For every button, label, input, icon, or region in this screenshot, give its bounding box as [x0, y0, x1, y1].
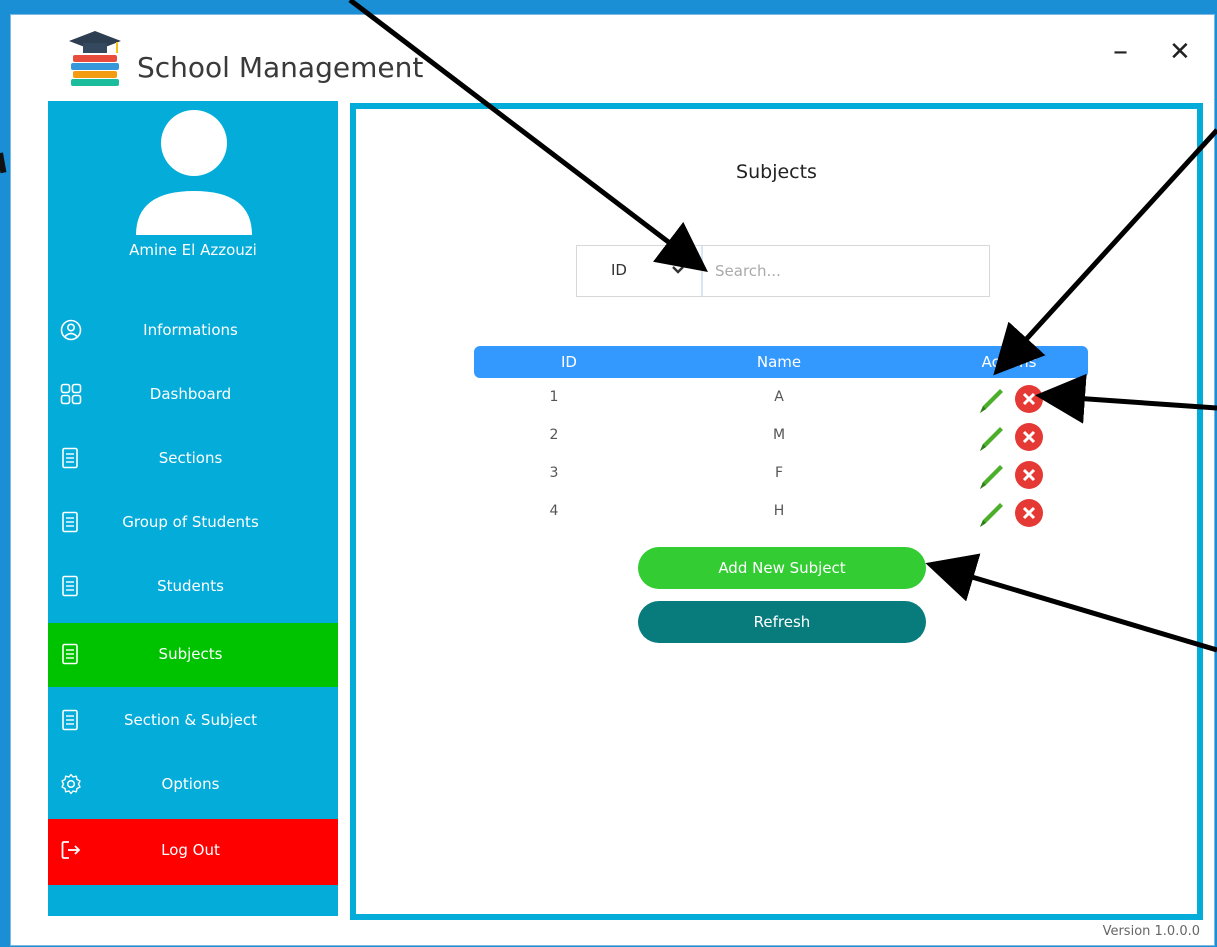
page-title: Subjects: [736, 161, 817, 183]
cell-name: H: [773, 503, 785, 519]
main-panel: Subjects ID ID Name Actions 1 A: [350, 103, 1203, 920]
pencil-icon[interactable]: [976, 460, 1008, 492]
table-row[interactable]: 2 M: [474, 417, 1088, 455]
sidebar-item-dashboard[interactable]: Dashboard: [48, 363, 338, 427]
document-icon: [62, 575, 78, 597]
sidebar-item-students[interactable]: Students: [48, 555, 338, 619]
app-logo-icon: [69, 31, 121, 86]
search-bar: ID: [576, 245, 990, 297]
document-icon: [62, 643, 78, 665]
cell-id: 1: [549, 389, 559, 405]
sidebar-item-label: Log Out: [161, 841, 220, 859]
avatar-icon: [136, 110, 252, 235]
sidebar-item-sections[interactable]: Sections: [48, 427, 338, 491]
column-header-actions[interactable]: Actions: [954, 353, 1064, 371]
sidebar-item-label: Options: [161, 775, 220, 793]
cell-name: M: [772, 427, 786, 443]
sidebar-item-label: Students: [157, 577, 224, 595]
app-window: School Management – ✕ Amine El Azzouzi I…: [10, 14, 1215, 946]
app-title: School Management: [137, 51, 424, 84]
cell-id: 4: [549, 503, 559, 519]
sidebar-item-label: Sections: [158, 449, 223, 467]
sidebar-item-label: Dashboard: [149, 385, 232, 403]
sidebar-item-label: Subjects: [158, 645, 223, 663]
sidebar: Amine El Azzouzi Informations Dashboard: [48, 101, 338, 916]
minimize-button[interactable]: –: [1113, 37, 1128, 67]
table-header: ID Name Actions: [474, 346, 1088, 378]
sidebar-item-informations[interactable]: Informations: [48, 299, 338, 363]
cell-id: 2: [549, 427, 559, 443]
sidebar-item-subjects[interactable]: Subjects: [48, 623, 338, 687]
delete-icon[interactable]: [1014, 384, 1044, 414]
document-icon: [62, 709, 78, 731]
sidebar-item-label: Section & Subject: [123, 711, 258, 729]
chevron-down-icon: [672, 266, 684, 274]
search-input[interactable]: [703, 246, 987, 296]
version-label: Version 1.0.0.0: [1102, 924, 1200, 939]
table-row[interactable]: 1 A: [474, 379, 1088, 417]
sidebar-item-label: Group of Students: [122, 513, 259, 531]
delete-icon[interactable]: [1014, 422, 1044, 452]
sidebar-item-label: Informations: [143, 321, 238, 339]
table-row[interactable]: 4 H: [474, 493, 1088, 531]
add-new-subject-button[interactable]: Add New Subject: [638, 547, 926, 589]
logout-icon: [61, 841, 81, 859]
gear-icon: [61, 773, 81, 795]
sidebar-item-logout[interactable]: Log Out: [48, 819, 338, 885]
table-row[interactable]: 3 F: [474, 455, 1088, 493]
column-header-id[interactable]: ID: [514, 353, 624, 371]
search-filter-select[interactable]: ID: [577, 246, 703, 296]
delete-icon[interactable]: [1014, 460, 1044, 490]
document-icon: [62, 447, 78, 469]
document-icon: [62, 511, 78, 533]
column-header-name[interactable]: Name: [724, 353, 834, 371]
dashboard-grid-icon: [60, 383, 82, 405]
cell-name: F: [774, 465, 784, 481]
user-circle-icon: [60, 319, 82, 341]
user-name: Amine El Azzouzi: [129, 241, 257, 259]
delete-icon[interactable]: [1014, 498, 1044, 528]
search-filter-value: ID: [611, 261, 627, 279]
refresh-button[interactable]: Refresh: [638, 601, 926, 643]
cell-name: A: [774, 389, 784, 405]
cell-id: 3: [549, 465, 559, 481]
pencil-icon[interactable]: [976, 384, 1008, 416]
sidebar-item-group-of-students[interactable]: Group of Students: [48, 491, 338, 555]
sidebar-item-section-subject[interactable]: Section & Subject: [48, 689, 338, 753]
pencil-icon[interactable]: [976, 498, 1008, 530]
background-streak: [0, 152, 7, 174]
sidebar-item-options[interactable]: Options: [48, 753, 338, 817]
close-button[interactable]: ✕: [1169, 37, 1191, 67]
pencil-icon[interactable]: [976, 422, 1008, 454]
title-bar: School Management – ✕: [11, 15, 1214, 95]
